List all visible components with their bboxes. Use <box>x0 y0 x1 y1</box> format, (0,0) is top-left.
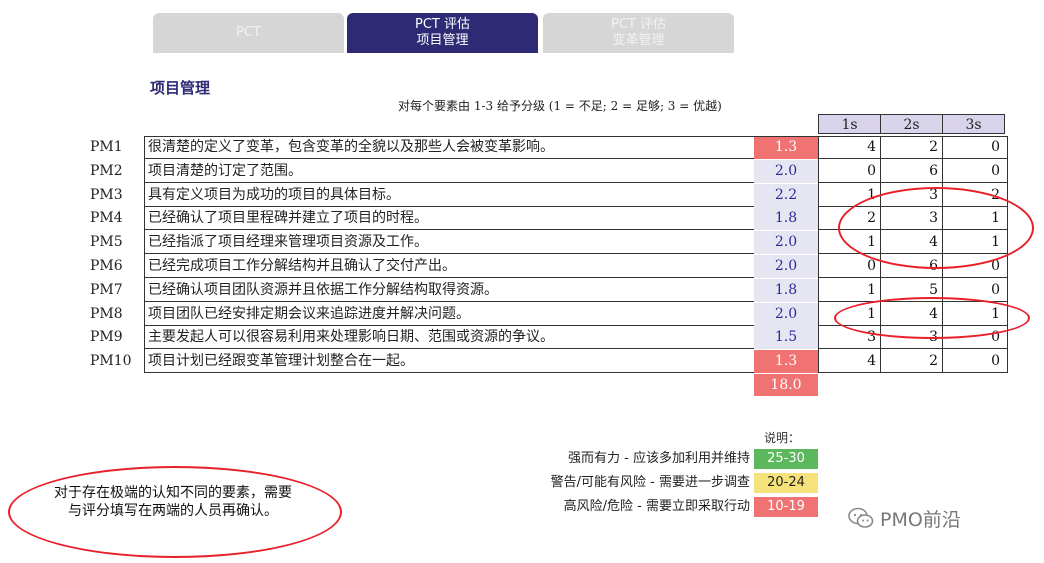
row-divider <box>818 182 1008 183</box>
row-divider <box>818 372 1008 373</box>
row-average-score: 1.3 <box>754 136 818 159</box>
row-divider <box>144 372 754 373</box>
legend-label: 警告/可能有风险 - 需要进一步调查 <box>550 475 750 490</box>
legend-label: 强而有力 - 应该多加利用并维持 <box>568 451 750 466</box>
count-cell-1s: 4 <box>867 353 876 369</box>
row-divider <box>144 253 754 254</box>
row-description: 项目清楚的订定了范围。 <box>148 163 302 179</box>
row-average-score: 2.0 <box>754 303 818 326</box>
column-divider <box>144 136 145 373</box>
row-divider <box>144 348 754 349</box>
row-divider <box>144 229 754 230</box>
column-header-2s: 2s <box>880 114 943 134</box>
row-code: PM4 <box>90 210 123 226</box>
row-description: 很清楚的定义了变革，包含变革的全貌以及那些人会被变革影响。 <box>148 139 554 155</box>
tab-label: PCT <box>236 25 261 40</box>
row-description: 项目计划已经跟变革管理计划整合在一起。 <box>148 353 414 369</box>
row-divider <box>818 277 1008 278</box>
tab-label: PCT 评估 <box>415 17 470 32</box>
column-header-1s: 1s <box>818 114 881 134</box>
row-average-score: 1.8 <box>754 279 818 302</box>
row-average-score: 2.0 <box>754 231 818 254</box>
row-code: PM5 <box>90 234 123 250</box>
row-code: PM7 <box>90 282 123 298</box>
row-description: 项目团队已经安排定期会议来追踪进度并解决问题。 <box>148 306 470 322</box>
tab-sublabel: 变革管理 <box>612 33 665 48</box>
count-cell-1s: 0 <box>867 163 876 179</box>
section-title: 项目管理 <box>150 79 211 97</box>
row-code: PM8 <box>90 306 123 322</box>
row-divider <box>144 158 754 159</box>
legend-label: 高风险/危险 - 需要立即采取行动 <box>563 499 750 514</box>
rating-instruction: 对每个要素由 1-3 给予分级 (1 = 不足; 2 = 足够; 3 = 优越) <box>398 99 722 113</box>
count-cell-2s: 2 <box>929 353 938 369</box>
legend-title: 说明： <box>764 431 801 445</box>
count-cell-1s: 4 <box>867 139 876 155</box>
row-description: 主要发起人可以很容易利用来处理影响日期、范围或资源的争议。 <box>148 329 554 345</box>
watermark-text: PMO前沿 <box>880 508 961 531</box>
column-divider <box>818 136 819 373</box>
row-code: PM10 <box>90 353 132 369</box>
row-code: PM1 <box>90 139 123 155</box>
total-score: 18.0 <box>754 374 818 396</box>
highlight-ellipse-pm4-pm5 <box>838 187 1034 269</box>
row-code: PM9 <box>90 329 123 345</box>
wechat-icon <box>848 507 874 528</box>
row-average-score: 1.8 <box>754 207 818 230</box>
watermark: PMO前沿 <box>848 505 961 531</box>
row-average-score: 2.0 <box>754 255 818 278</box>
note-text: 对于存在极端的认知不同的要素，需要与评分填写在两端的人员再确认。 <box>54 485 292 519</box>
row-average-score: 1.5 <box>754 326 818 349</box>
row-description: 已经确认项目团队资源并且依据工作分解结构取得资源。 <box>148 282 498 298</box>
row-divider <box>818 158 1008 159</box>
count-cell-3s: 0 <box>991 353 1000 369</box>
row-code: PM3 <box>90 187 123 203</box>
tab-sublabel: 项目管理 <box>416 33 469 48</box>
count-cell-2s: 2 <box>929 139 938 155</box>
row-divider <box>144 301 754 302</box>
row-divider <box>144 182 754 183</box>
row-description: 具有定义项目为成功的项目的具体目标。 <box>148 187 400 203</box>
table-top-border <box>144 136 1008 137</box>
legend-range-badge: 10-19 <box>754 497 818 517</box>
row-divider <box>818 348 1008 349</box>
count-cell-1s: 1 <box>867 282 876 298</box>
row-average-score: 2.2 <box>754 184 818 207</box>
tab-pct[interactable]: PCT <box>153 13 344 53</box>
count-cell-3s: 0 <box>991 139 1000 155</box>
legend-range-badge: 20-24 <box>754 473 818 493</box>
column-header-3s: 3s <box>942 114 1005 134</box>
count-cell-3s: 0 <box>991 163 1000 179</box>
legend-range-badge: 25-30 <box>754 449 818 469</box>
tab-change-management[interactable]: PCT 评估 变革管理 <box>543 13 734 53</box>
row-divider <box>144 277 754 278</box>
row-average-score: 2.0 <box>754 160 818 183</box>
row-average-score: 1.3 <box>754 350 818 373</box>
row-code: PM2 <box>90 163 123 179</box>
row-description: 已经完成项目工作分解结构并且确认了交付产出。 <box>148 258 456 274</box>
row-description: 已经指派了项目经理来管理项目资源及工作。 <box>148 234 428 250</box>
highlight-ellipse-pm8 <box>834 297 1030 339</box>
tab-label: PCT 评估 <box>611 17 666 32</box>
row-code: PM6 <box>90 258 123 274</box>
tab-project-management[interactable]: PCT 评估 项目管理 <box>347 13 538 53</box>
row-description: 已经确认了项目里程碑并建立了项目的时程。 <box>148 210 428 226</box>
count-cell-2s: 6 <box>929 163 938 179</box>
